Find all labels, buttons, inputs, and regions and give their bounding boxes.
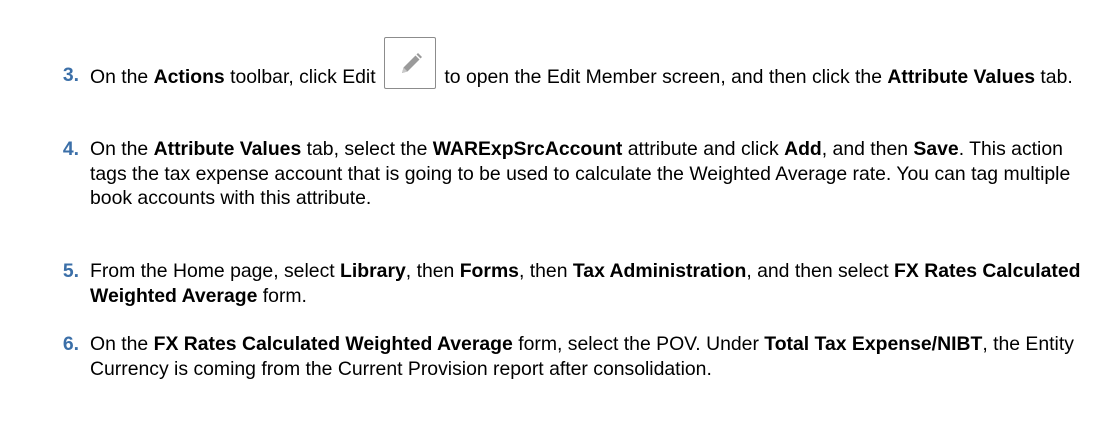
ui-term-tax-administration: Tax Administration [572, 260, 747, 282]
ui-term-library: Library [340, 260, 406, 282]
ui-term-warexpsrcaccount: WARExpSrcAccount [432, 138, 623, 160]
pencil-edit-icon [402, 53, 422, 73]
step-4: 4. On the Attribute Values tab, select t… [63, 137, 1090, 211]
step-number: 5. [62, 260, 79, 282]
ui-term-attribute-values: Attribute Values [153, 138, 302, 160]
ui-term-save: Save [913, 138, 959, 160]
ui-term-fx-rates-form: FX Rates Calculated Weighted Average [153, 333, 513, 355]
step-number: 3. [62, 64, 79, 86]
step-text: On the Actions toolbar, click Edit to op… [90, 37, 1073, 89]
step-3: 3. On the Actions toolbar, click Edit to… [63, 37, 1090, 90]
edit-button[interactable] [384, 37, 436, 89]
ui-term-add: Add [784, 138, 822, 160]
ui-term-attribute-values: Attribute Values [887, 66, 1036, 88]
step-text: On the FX Rates Calculated Weighted Aver… [90, 333, 1074, 380]
step-6: 6. On the FX Rates Calculated Weighted A… [63, 332, 1090, 381]
step-text: On the Attribute Values tab, select the … [90, 138, 1071, 209]
ui-term-forms: Forms [459, 260, 519, 282]
step-number: 6. [62, 333, 79, 355]
ui-term-total-tax-expense-nibt: Total Tax Expense/NIBT [764, 333, 983, 355]
ui-term-actions: Actions [153, 66, 225, 88]
step-5: 5. From the Home page, select Library, t… [63, 259, 1090, 308]
step-text: From the Home page, select Library, then… [90, 260, 1081, 307]
step-number: 4. [62, 138, 79, 160]
